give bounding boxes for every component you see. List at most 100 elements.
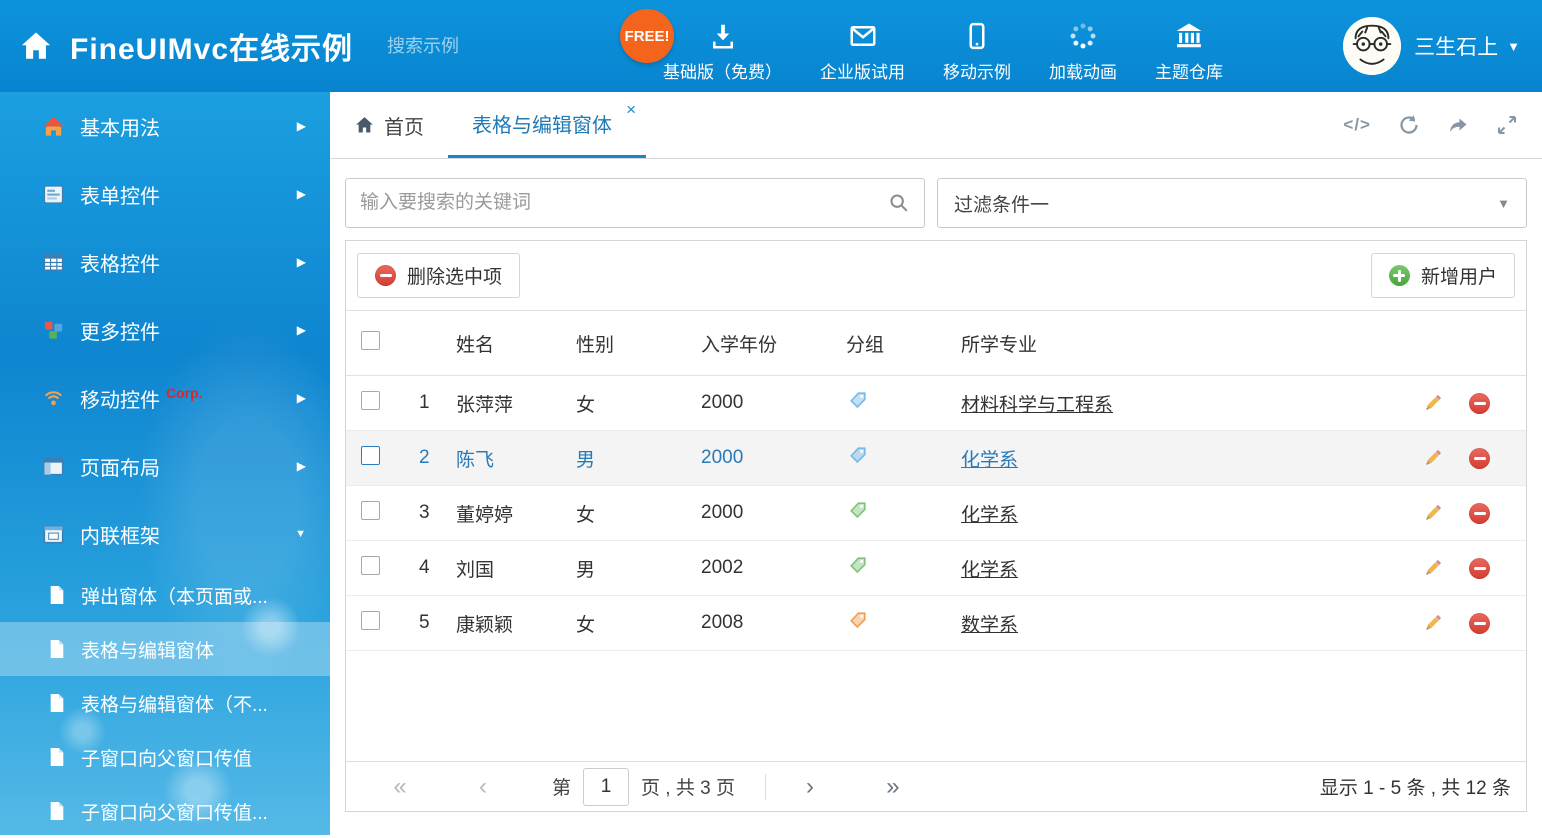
cell-year: 2000	[696, 447, 841, 469]
chevron-down-icon: ▼	[1497, 196, 1510, 211]
header-search-input[interactable]	[387, 36, 619, 57]
sidebar-item-mobile-controls[interactable]: 移动控件 Corp. ▶	[0, 364, 330, 432]
row-checkbox[interactable]	[361, 501, 380, 520]
sidebar-subitem-label: 子窗口向父窗口传值	[81, 744, 252, 771]
row-checkbox[interactable]	[361, 446, 380, 465]
edit-pencil-icon[interactable]	[1422, 613, 1443, 634]
delete-row-icon[interactable]	[1469, 448, 1490, 469]
cell-name: 康颖颖	[451, 610, 571, 637]
table-row[interactable]: 4 刘国 男 2002 化学系	[346, 541, 1526, 596]
refresh-icon[interactable]	[1398, 114, 1420, 136]
sidebar-item-page-layout[interactable]: 页面布局 ▶	[0, 432, 330, 500]
pager-prev-icon[interactable]: ‹	[469, 775, 497, 799]
column-header-gender[interactable]: 性别	[571, 330, 696, 357]
sidebar-item-label: 页面布局	[80, 452, 160, 481]
edit-pencil-icon[interactable]	[1422, 448, 1443, 469]
search-icon[interactable]	[888, 192, 910, 214]
app-header: FineUIMvc在线示例 FREE! 基础版（免费） 企业版试用 移动示例 加…	[0, 0, 1542, 92]
user-menu[interactable]: 三生石上 ▼	[1343, 17, 1520, 75]
major-link[interactable]: 材料科学与工程系	[961, 395, 1113, 416]
sidebar-item-basic-usage[interactable]: 基本用法 ▶	[0, 92, 330, 160]
column-header-year[interactable]: 入学年份	[696, 330, 841, 357]
edit-pencil-icon[interactable]	[1422, 503, 1443, 524]
chevron-right-icon: ▶	[297, 323, 306, 337]
major-link[interactable]: 化学系	[961, 505, 1018, 526]
add-button-label: 新增用户	[1421, 262, 1497, 289]
pager-next-icon[interactable]: ›	[796, 775, 824, 799]
edit-pencil-icon[interactable]	[1422, 558, 1443, 579]
filter-dropdown-value: 过滤条件一	[954, 190, 1049, 217]
cell-year: 2000	[696, 392, 841, 414]
table-row[interactable]: 5 康颖颖 女 2008 数学系	[346, 596, 1526, 651]
delete-row-icon[interactable]	[1469, 393, 1490, 414]
sidebar-subitem-grid-edit-window-2[interactable]: 表格与编辑窗体（不...	[0, 676, 330, 730]
sidebar-item-more-controls[interactable]: 更多控件 ▶	[0, 296, 330, 364]
code-icon[interactable]: </>	[1343, 115, 1371, 135]
file-icon	[48, 585, 66, 605]
filter-dropdown[interactable]: 过滤条件一 ▼	[937, 178, 1527, 228]
row-index: 3	[406, 502, 451, 524]
column-header-major[interactable]: 所学专业	[951, 330, 1404, 357]
table-row[interactable]: 1 张萍萍 女 2000 材料科学与工程系	[346, 376, 1526, 431]
table-header-row: 姓名 性别 入学年份 分组 所学专业	[346, 311, 1526, 376]
sidebar-item-form-controls[interactable]: 表单控件 ▶	[0, 160, 330, 228]
tag-icon	[849, 391, 867, 409]
delete-row-icon[interactable]	[1469, 503, 1490, 524]
home-icon	[354, 115, 375, 135]
major-link[interactable]: 数学系	[961, 615, 1018, 636]
sidebar-subitem-grid-edit-window[interactable]: 表格与编辑窗体	[0, 622, 330, 676]
delete-row-icon[interactable]	[1469, 558, 1490, 579]
form-icon	[42, 183, 65, 206]
delete-button-label: 删除选中项	[407, 262, 502, 289]
tab-grid-edit-window[interactable]: 表格与编辑窗体 ×	[448, 92, 646, 158]
keyword-search-input[interactable]	[360, 192, 888, 214]
nav-label: 移动示例	[943, 58, 1011, 83]
nav-enterprise-trial[interactable]: 企业版试用	[801, 9, 924, 83]
column-header-name[interactable]: 姓名	[451, 330, 571, 357]
page-number-input[interactable]	[583, 768, 629, 806]
sidebar-subitem-child-to-parent-2[interactable]: 子窗口向父窗口传值...	[0, 784, 330, 838]
delete-row-icon[interactable]	[1469, 613, 1490, 634]
sidebar-subitem-child-to-parent[interactable]: 子窗口向父窗口传值	[0, 730, 330, 784]
page-prefix-label: 第	[552, 773, 571, 800]
row-checkbox[interactable]	[361, 611, 380, 630]
cell-gender: 男	[571, 555, 696, 582]
row-checkbox[interactable]	[361, 556, 380, 575]
nav-theme-repo[interactable]: 主题仓库	[1136, 9, 1242, 83]
major-link[interactable]: 化学系	[961, 450, 1018, 471]
sidebar-item-grid-controls[interactable]: 表格控件 ▶	[0, 228, 330, 296]
table-row[interactable]: 2 陈飞 男 2000 化学系	[346, 431, 1526, 486]
edit-pencil-icon[interactable]	[1422, 393, 1443, 414]
file-icon	[48, 747, 66, 767]
cell-gender: 女	[571, 390, 696, 417]
nav-loading-animation[interactable]: 加载动画	[1030, 9, 1136, 83]
file-icon	[48, 693, 66, 713]
select-all-checkbox[interactable]	[361, 331, 380, 350]
nav-basic-edition[interactable]: FREE! 基础版（免费）	[644, 9, 801, 83]
table-row[interactable]: 3 董婷婷 女 2000 化学系	[346, 486, 1526, 541]
free-badge: FREE!	[620, 9, 674, 63]
minus-circle-icon	[375, 265, 396, 286]
sidebar-item-inline-frame[interactable]: 内联框架 ▼	[0, 500, 330, 568]
column-header-group[interactable]: 分组	[841, 330, 951, 357]
row-checkbox[interactable]	[361, 391, 380, 410]
close-icon[interactable]: ×	[626, 101, 636, 118]
delete-selected-button[interactable]: 删除选中项	[357, 253, 520, 298]
expand-icon[interactable]	[1496, 114, 1518, 136]
nav-mobile-demo[interactable]: 移动示例	[924, 9, 1030, 83]
avatar[interactable]	[1343, 17, 1401, 75]
sidebar-subitem-popup-window[interactable]: 弹出窗体（本页面或...	[0, 568, 330, 622]
tab-label: 首页	[384, 111, 424, 140]
major-link[interactable]: 化学系	[961, 560, 1018, 581]
tag-icon	[849, 611, 867, 629]
nav-label: 企业版试用	[820, 58, 905, 83]
tab-home[interactable]: 首页	[330, 92, 448, 158]
sidebar: 基本用法 ▶ 表单控件 ▶ 表格控件 ▶ 更多控件 ▶ 移动控件 Corp. ▶…	[0, 92, 330, 835]
add-user-button[interactable]: 新增用户	[1371, 253, 1515, 298]
app-logo-home-icon[interactable]	[18, 29, 54, 63]
chevron-right-icon: ▶	[297, 119, 306, 133]
forward-icon[interactable]	[1447, 114, 1469, 136]
pager-first-icon[interactable]: «	[386, 775, 414, 799]
pager-last-icon[interactable]: »	[879, 775, 907, 799]
file-icon	[48, 639, 66, 659]
